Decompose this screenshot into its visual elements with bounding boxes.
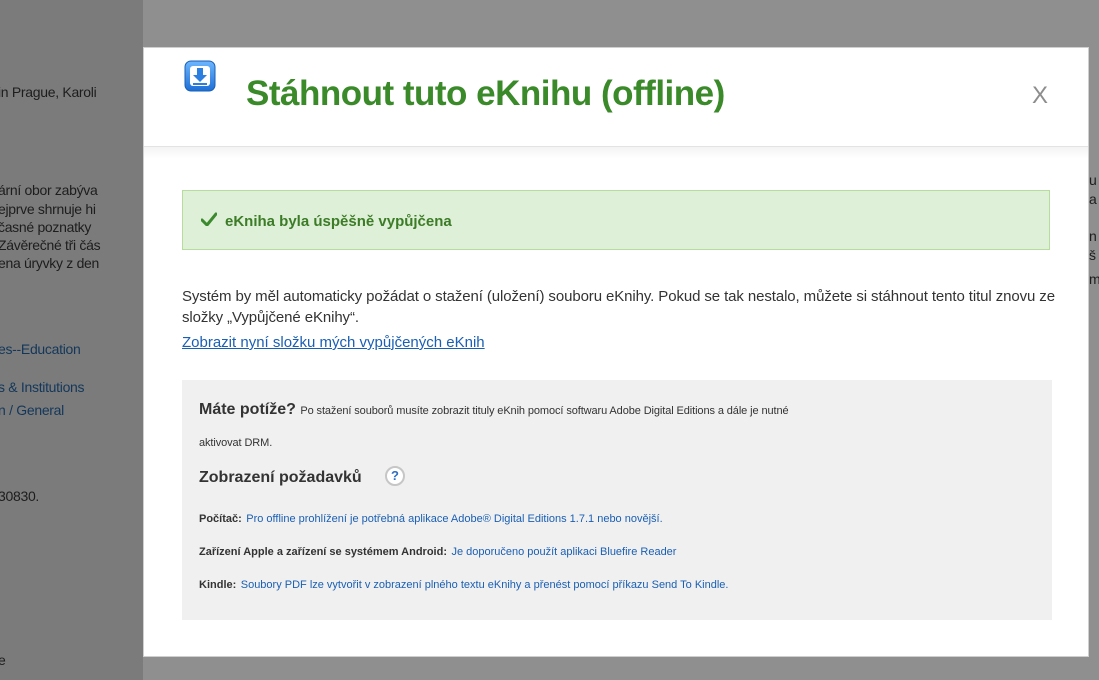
requirement-row: Zařízení Apple a zařízení se systémem An…: [199, 542, 676, 560]
success-message: eKniha byla úspěšně vypůjčena: [225, 213, 452, 230]
requirements-heading: Zobrazení požadavků: [199, 469, 362, 486]
requirement-value[interactable]: Soubory PDF lze vytvořit v zobrazení pln…: [241, 579, 729, 591]
help-panel: Máte potíže? Po stažení souborů musíte z…: [182, 380, 1052, 620]
modal-title: Stáhnout tuto eKnihu (offline): [246, 74, 725, 113]
checkmark-icon: [201, 212, 217, 226]
requirement-label: Kindle:: [199, 579, 237, 591]
requirement-label: Zařízení Apple a zařízení se systémem An…: [199, 546, 447, 558]
modal-header: Stáhnout tuto eKnihu (offline) X: [144, 48, 1088, 147]
close-button[interactable]: X: [1032, 82, 1048, 110]
download-ebook-modal: Stáhnout tuto eKnihu (offline) X eKniha …: [143, 47, 1089, 657]
requirement-label: Počítač:: [199, 513, 242, 525]
trouble-line: Máte potíže? Po stažení souborů musíte z…: [199, 401, 789, 419]
help-question-icon[interactable]: ?: [385, 466, 405, 486]
trouble-text: Po stažení souborů musíte zobrazit titul…: [300, 405, 789, 417]
requirement-row: Počítač: Pro offline prohlížení je potře…: [199, 509, 663, 527]
header-shadow: [144, 147, 1088, 159]
requirement-value[interactable]: Pro offline prohlížení je potřebná aplik…: [246, 513, 662, 525]
requirement-value[interactable]: Je doporučeno použít aplikaci Bluefire R…: [451, 546, 676, 558]
requirement-row: Kindle: Soubory PDF lze vytvořit v zobra…: [199, 575, 728, 593]
download-info-text: Systém by měl automaticky požádat o staž…: [182, 288, 1055, 326]
borrowed-ebooks-folder-link[interactable]: Zobrazit nyní složku mých vypůjčených eK…: [182, 334, 485, 351]
requirements-line: Zobrazení požadavků: [199, 469, 362, 487]
download-icon: [184, 60, 216, 92]
trouble-heading: Máte potíže?: [199, 401, 296, 418]
trouble-text-continued: aktivovat DRM.: [199, 437, 273, 449]
success-alert: eKniha byla úspěšně vypůjčena: [182, 190, 1050, 250]
